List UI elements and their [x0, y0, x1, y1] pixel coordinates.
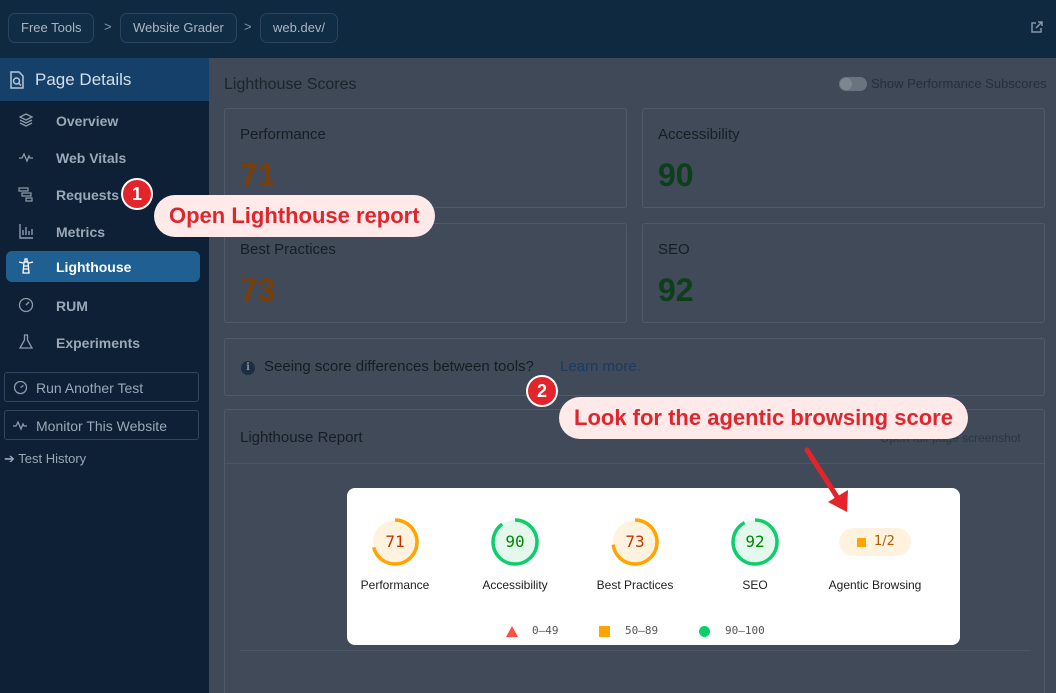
sidebar-item-overview[interactable]: Overview	[6, 105, 200, 136]
flask-icon	[18, 334, 34, 349]
sidebar-item-experiments[interactable]: Experiments	[6, 327, 200, 358]
score-card-value: 73	[240, 272, 276, 308]
legend-average-range: 50–89	[625, 624, 659, 637]
monitor-website-label: Monitor This Website	[36, 418, 167, 434]
sidebar: Page Details Overview Web Vitals Request…	[0, 58, 209, 693]
score-gauge-value: 71	[385, 532, 405, 551]
lighthouse-icon	[18, 258, 34, 274]
pass-circle-icon	[699, 626, 710, 637]
info-icon: i	[241, 361, 255, 375]
sidebar-item-label: Lighthouse	[56, 259, 132, 275]
score-gauge-value: 90	[505, 532, 525, 551]
fail-triangle-icon	[506, 626, 518, 637]
sidebar-item-label: RUM	[56, 298, 88, 314]
agentic-browsing-value: 1/2	[874, 534, 895, 549]
monitor-website-button[interactable]: Monitor This Website	[4, 410, 199, 440]
agentic-browsing-badge: 1/2	[839, 528, 911, 556]
agentic-browsing-label: Agentic Browsing	[828, 578, 922, 592]
step-1-badge: 1	[121, 178, 153, 210]
score-card-seo: SEO 92	[642, 223, 1045, 323]
sidebar-item-label: Overview	[56, 113, 119, 129]
score-card-title: SEO	[658, 241, 690, 258]
score-card-best-practices: Best Practices 73	[224, 223, 627, 323]
pulse-icon	[19, 152, 33, 163]
score-gauge-label: Performance	[360, 578, 430, 592]
layers-icon	[18, 113, 34, 127]
score-gauge-value: 92	[745, 532, 765, 551]
score-card-title: Performance	[240, 126, 326, 143]
score-gauge-label: SEO	[742, 578, 768, 592]
score-card-value: 71	[240, 157, 276, 193]
pulse-icon	[13, 420, 27, 431]
performance-subscores-label: Show Performance Subscores	[871, 76, 1047, 91]
top-bar: Free Tools > Website Grader > web.dev/	[0, 0, 1056, 58]
average-square-icon	[599, 626, 610, 637]
score-card-value: 90	[658, 157, 694, 193]
step-2-badge: 2	[526, 375, 558, 407]
divider	[225, 463, 1044, 464]
test-history-link[interactable]: ➔ Test History	[4, 451, 86, 467]
score-gauge-value: 73	[625, 532, 645, 551]
breadcrumb-url[interactable]: web.dev/	[260, 13, 339, 43]
score-card-title: Accessibility	[658, 126, 740, 143]
lighthouse-gauges-panel: 71 Performance 90 Accessibility 73 Best Pract…	[347, 488, 960, 645]
step-2-callout: Look for the agentic browsing score	[559, 397, 968, 439]
legend-fail-range: 0–49	[532, 624, 559, 637]
average-square-icon	[857, 538, 866, 547]
gauge-icon	[18, 297, 34, 313]
score-card-performance: Performance 71	[224, 108, 627, 208]
note-text: Seeing score differences between tools?	[264, 358, 534, 375]
step-1-callout: Open Lighthouse report	[154, 195, 435, 237]
breadcrumb-free-tools[interactable]: Free Tools	[8, 13, 95, 43]
sidebar-header: Page Details	[0, 58, 209, 101]
score-difference-note: i Seeing score differences between tools…	[224, 338, 1045, 396]
external-link-icon[interactable]	[1030, 20, 1044, 34]
score-card-value: 92	[658, 272, 694, 308]
run-another-test-button[interactable]: Run Another Test	[4, 372, 199, 402]
bar-chart-icon	[19, 224, 33, 239]
sidebar-item-label: Experiments	[56, 335, 141, 351]
sidebar-item-label: Web Vitals	[56, 150, 127, 166]
sidebar-item-rum[interactable]: RUM	[6, 290, 200, 321]
performance-subscores-toggle[interactable]	[839, 77, 867, 91]
breadcrumb-website-grader[interactable]: Website Grader	[120, 13, 237, 43]
lighthouse-report-heading: Lighthouse Report	[240, 429, 363, 446]
sidebar-item-label: Metrics	[56, 224, 106, 240]
speedometer-icon	[13, 380, 28, 395]
lighthouse-scores-heading: Lighthouse Scores	[224, 76, 357, 93]
page-search-icon	[10, 71, 24, 89]
sidebar-item-web-vitals[interactable]: Web Vitals	[6, 142, 200, 173]
breadcrumb-separator: >	[104, 19, 112, 34]
breadcrumb-separator: >	[244, 19, 252, 34]
score-card-accessibility: Accessibility 90	[642, 108, 1045, 208]
arrow-down-icon	[804, 447, 848, 512]
sidebar-item-label: Requests	[56, 187, 120, 203]
score-gauge-label: Accessibility	[482, 578, 548, 592]
sidebar-item-lighthouse[interactable]: Lighthouse	[6, 251, 200, 282]
learn-more-link[interactable]: Learn more.	[560, 358, 641, 375]
score-gauge-label: Best Practices	[596, 578, 674, 592]
divider	[240, 650, 1030, 651]
waterfall-icon	[18, 187, 33, 202]
sidebar-title: Page Details	[35, 70, 132, 89]
score-card-title: Best Practices	[240, 241, 336, 258]
legend-pass-range: 90–100	[725, 624, 765, 637]
run-another-test-label: Run Another Test	[36, 380, 144, 396]
